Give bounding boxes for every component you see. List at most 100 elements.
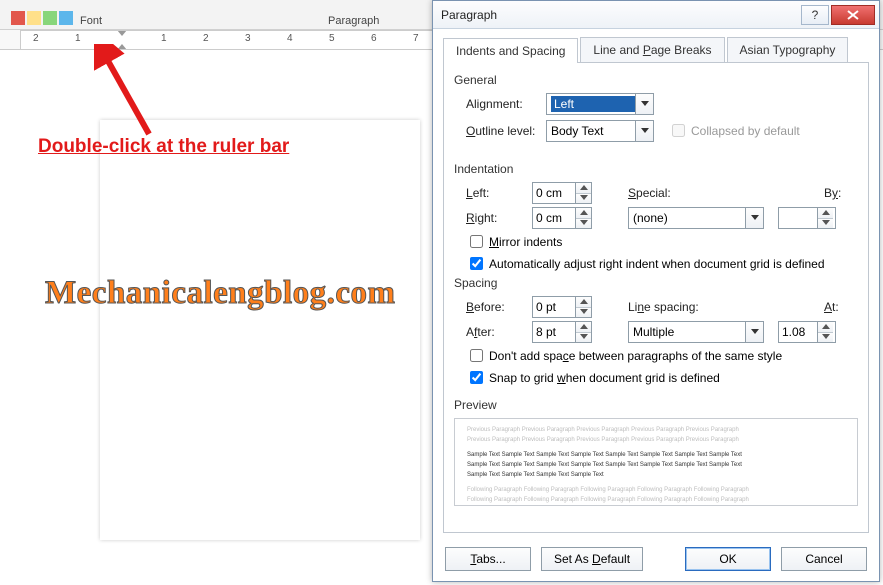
spinner-input[interactable]: [779, 208, 817, 228]
spin-up-icon[interactable]: [818, 322, 833, 333]
checkbox-input[interactable]: [470, 371, 483, 384]
qat-swatch: [11, 11, 25, 25]
checkbox-input: [672, 124, 685, 137]
preview-line: Following Paragraph Following Paragraph …: [467, 496, 845, 505]
collapsed-checkbox: Collapsed by default: [668, 121, 800, 140]
checkbox-label: Don't add space between paragraphs of th…: [489, 349, 782, 363]
section-spacing: Spacing: [454, 276, 858, 290]
paragraph-dialog: Paragraph ? Indents and Spacing Line and…: [432, 0, 880, 582]
before-label: Before:: [466, 300, 532, 314]
preview-line: Sample Text Sample Text Sample Text Samp…: [467, 471, 845, 480]
close-button[interactable]: [831, 5, 875, 25]
mirror-indents-checkbox[interactable]: Mirror indents: [466, 232, 858, 251]
checkbox-input[interactable]: [470, 235, 483, 248]
select-value: Multiple: [633, 325, 745, 339]
chevron-down-icon[interactable]: [635, 94, 653, 114]
help-button[interactable]: ?: [801, 5, 829, 25]
ruler-number: 1: [75, 33, 81, 44]
spinner-input[interactable]: [533, 183, 575, 203]
button-label: OK: [719, 552, 736, 566]
qat-swatch: [43, 11, 57, 25]
select-value: (none): [633, 211, 745, 225]
ruler-number: 7: [413, 33, 419, 44]
cancel-button[interactable]: Cancel: [781, 547, 867, 571]
after-spinner[interactable]: [532, 321, 592, 343]
ruler-number: 1: [161, 33, 167, 44]
special-label: Special:: [628, 186, 718, 200]
spin-down-icon[interactable]: [818, 219, 833, 229]
spin-up-icon[interactable]: [818, 208, 833, 219]
checkbox-label: Snap to grid when document grid is defin…: [489, 371, 720, 385]
dialog-titlebar[interactable]: Paragraph ?: [433, 1, 879, 29]
checkbox-label: Mirror indents: [489, 235, 562, 249]
ruler-number: 3: [245, 33, 251, 44]
spin-up-icon[interactable]: [576, 322, 591, 333]
qat-swatch: [27, 11, 41, 25]
chevron-down-icon[interactable]: [745, 322, 763, 342]
spin-down-icon[interactable]: [576, 333, 591, 343]
select-value: Body Text: [551, 124, 635, 138]
before-spinner[interactable]: [532, 296, 592, 318]
tab-indents-spacing[interactable]: Indents and Spacing: [443, 38, 578, 63]
chevron-down-icon[interactable]: [635, 121, 653, 141]
line-spacing-label: Line spacing:: [628, 300, 718, 314]
at-spinner[interactable]: [778, 321, 836, 343]
spinner-input[interactable]: [533, 297, 575, 317]
dont-add-space-checkbox[interactable]: Don't add space between paragraphs of th…: [466, 346, 858, 365]
section-general: General: [454, 73, 858, 87]
spinner-input[interactable]: [779, 322, 817, 342]
spinner-input[interactable]: [533, 322, 575, 342]
section-preview: Preview: [454, 398, 858, 412]
tab-line-page-breaks[interactable]: Line and Page Breaks: [580, 37, 724, 62]
by-label: By:: [824, 186, 858, 200]
checkbox-input[interactable]: [470, 349, 483, 362]
spin-up-icon[interactable]: [576, 208, 591, 219]
tab-label: Indents and Spacing: [456, 44, 565, 58]
set-default-button[interactable]: Set As Default: [541, 547, 643, 571]
annotation-text: Double-click at the ruler bar: [38, 136, 289, 158]
outline-level-label: Outline level:: [466, 124, 546, 138]
spinner-input[interactable]: [533, 208, 575, 228]
special-select[interactable]: (none): [628, 207, 764, 229]
qat-swatch: [59, 11, 73, 25]
spin-down-icon[interactable]: [576, 194, 591, 204]
snap-to-grid-checkbox[interactable]: Snap to grid when document grid is defin…: [466, 368, 858, 387]
ok-button[interactable]: OK: [685, 547, 771, 571]
spin-up-icon[interactable]: [576, 297, 591, 308]
by-spinner[interactable]: [778, 207, 836, 229]
document-page[interactable]: [100, 120, 420, 540]
tab-asian-typography[interactable]: Asian Typography: [727, 37, 849, 62]
chevron-down-icon[interactable]: [745, 208, 763, 228]
indent-right-spinner[interactable]: [532, 207, 592, 229]
preview-line: Sample Text Sample Text Sample Text Samp…: [467, 451, 845, 460]
watermark-text: Mechanicalengblog.com: [45, 275, 396, 312]
first-line-indent-marker[interactable]: [117, 30, 127, 36]
indent-left-spinner[interactable]: [532, 182, 592, 204]
checkbox-label: Automatically adjust right indent when d…: [489, 257, 825, 271]
spin-up-icon[interactable]: [576, 183, 591, 194]
horizontal-ruler[interactable]: 2 1 1 2 3 4 5 6 7: [20, 30, 440, 50]
hanging-indent-marker[interactable]: [117, 44, 127, 50]
after-label: After:: [466, 325, 532, 339]
tabs-button[interactable]: Tabs...: [445, 547, 531, 571]
spin-down-icon[interactable]: [576, 219, 591, 229]
tab-label: Asian Typography: [740, 43, 836, 57]
dialog-button-row: Tabs... Set As Default OK Cancel: [433, 541, 879, 581]
preview-line: Sample Text Sample Text Sample Text Samp…: [467, 461, 845, 470]
tab-label: Line and Page Breaks: [593, 43, 711, 57]
auto-adjust-checkbox[interactable]: Automatically adjust right indent when d…: [466, 254, 858, 273]
preview-line: Following Paragraph Following Paragraph …: [467, 486, 845, 495]
spin-down-icon[interactable]: [576, 308, 591, 318]
line-spacing-select[interactable]: Multiple: [628, 321, 764, 343]
alignment-select[interactable]: Left: [546, 93, 654, 115]
checkbox-input[interactable]: [470, 257, 483, 270]
button-label: Tabs...: [470, 552, 505, 566]
select-value: Left: [551, 96, 635, 112]
outline-level-select[interactable]: Body Text: [546, 120, 654, 142]
ruler-number: 2: [203, 33, 209, 44]
spin-down-icon[interactable]: [818, 333, 833, 343]
alignment-label: Alignment:: [466, 97, 546, 111]
tab-panel-indents: General Alignment: Left Outline level: B…: [443, 62, 869, 533]
button-label: Cancel: [805, 552, 842, 566]
dialog-title: Paragraph: [441, 8, 799, 22]
